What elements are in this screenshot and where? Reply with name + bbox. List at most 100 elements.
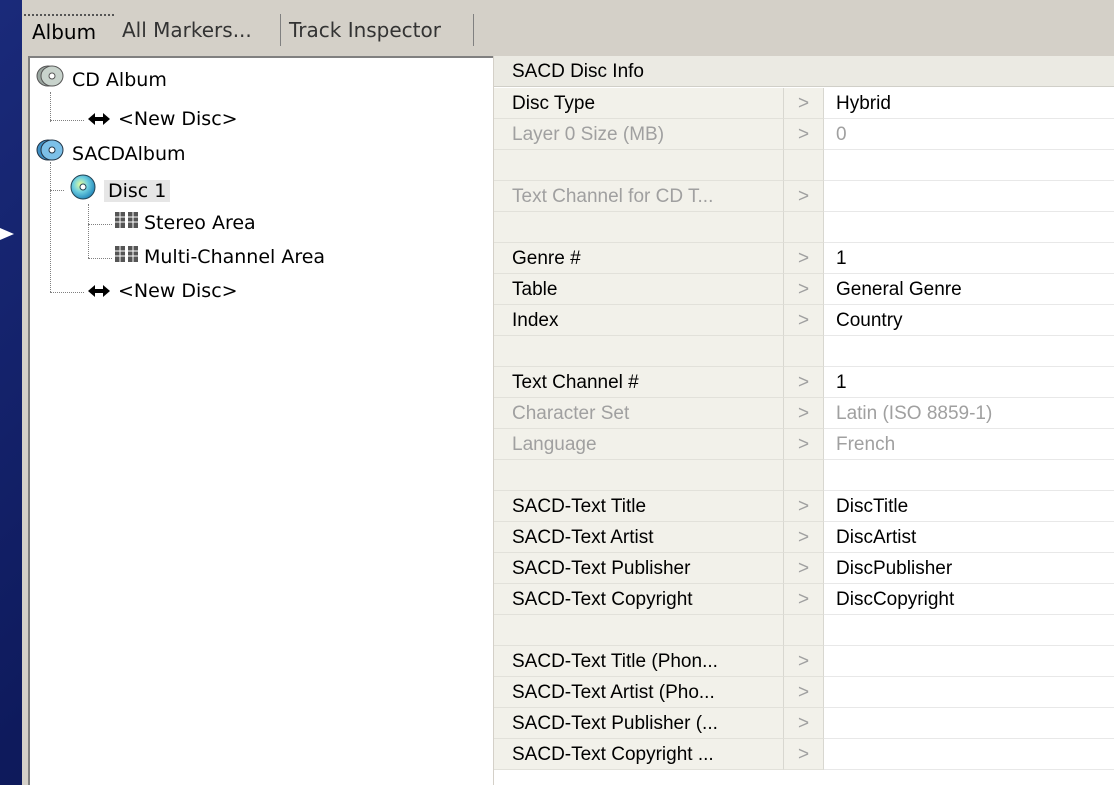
property-row[interactable]: SACD-Text Copyright ... > xyxy=(494,739,1114,770)
sacd-album-icon xyxy=(36,138,64,171)
property-expand-arrow[interactable]: > xyxy=(784,367,824,398)
property-expand-arrow xyxy=(784,336,824,367)
tree-node-stereo-area[interactable]: Stereo Area xyxy=(114,208,256,238)
tree-node-disc-1[interactable]: Disc 1 xyxy=(70,174,171,204)
property-label: SACD-Text Title (Phon... xyxy=(494,646,784,677)
property-value[interactable]: DiscArtist xyxy=(824,522,1114,553)
property-label: Language xyxy=(494,429,784,460)
album-tree[interactable]: CD Album <New Disc> SACDAlbum Disc 1 Ste… xyxy=(28,56,493,785)
property-expand-arrow[interactable]: > xyxy=(784,398,824,429)
property-row[interactable]: Character Set > Latin (ISO 8859-1) xyxy=(494,398,1114,429)
property-expand-arrow[interactable]: > xyxy=(784,181,824,212)
property-value[interactable]: DiscCopyright xyxy=(824,584,1114,615)
tree-connector xyxy=(50,162,51,292)
property-label xyxy=(494,460,784,491)
slide-pointer-arrow xyxy=(0,228,14,240)
property-row xyxy=(494,615,1114,646)
property-row[interactable]: Text Channel for CD T... > xyxy=(494,181,1114,212)
property-label xyxy=(494,150,784,181)
property-expand-arrow[interactable]: > xyxy=(784,119,824,150)
tree-node-sacd-album[interactable]: SACDAlbum xyxy=(36,138,186,168)
property-label: Table xyxy=(494,274,784,305)
property-value[interactable] xyxy=(824,739,1114,770)
property-value[interactable]: 1 xyxy=(824,243,1114,274)
property-value[interactable]: Latin (ISO 8859-1) xyxy=(824,398,1114,429)
tree-node-cd-album[interactable]: CD Album xyxy=(36,64,167,94)
tree-connector xyxy=(50,120,84,121)
property-row[interactable]: Disc Type > Hybrid xyxy=(494,88,1114,119)
property-row[interactable]: SACD-Text Artist > DiscArtist xyxy=(494,522,1114,553)
property-label: SACD-Text Publisher xyxy=(494,553,784,584)
property-row[interactable]: SACD-Text Artist (Pho... > xyxy=(494,677,1114,708)
property-row[interactable]: SACD-Text Title (Phon... > xyxy=(494,646,1114,677)
property-expand-arrow[interactable]: > xyxy=(784,584,824,615)
property-label xyxy=(494,212,784,243)
grid-section-header: SACD Disc Info xyxy=(494,56,1114,87)
property-row xyxy=(494,336,1114,367)
tree-connector xyxy=(50,292,84,293)
property-expand-arrow[interactable]: > xyxy=(784,646,824,677)
property-expand-arrow[interactable]: > xyxy=(784,429,824,460)
property-row[interactable]: Index > Country xyxy=(494,305,1114,336)
property-row[interactable]: Text Channel # >1 xyxy=(494,367,1114,398)
property-value[interactable]: DiscPublisher xyxy=(824,553,1114,584)
property-row[interactable]: SACD-Text Publisher > DiscPublisher xyxy=(494,553,1114,584)
property-expand-arrow[interactable]: > xyxy=(784,708,824,739)
property-value[interactable]: 0 xyxy=(824,119,1114,150)
property-expand-arrow xyxy=(784,212,824,243)
tab-strip: Album All Markers... Track Inspector xyxy=(22,0,1114,46)
property-row[interactable]: Genre # >1 xyxy=(494,243,1114,274)
property-expand-arrow[interactable]: > xyxy=(784,677,824,708)
property-expand-arrow[interactable]: > xyxy=(784,553,824,584)
tab-all-markers[interactable]: All Markers... xyxy=(114,14,281,46)
property-value[interactable] xyxy=(824,181,1114,212)
property-row[interactable]: Table > General Genre xyxy=(494,274,1114,305)
tree-connector xyxy=(88,258,112,259)
property-value[interactable] xyxy=(824,708,1114,739)
property-row xyxy=(494,460,1114,491)
property-row[interactable]: Language > French xyxy=(494,429,1114,460)
tree-node-new-disc[interactable]: <New Disc> xyxy=(88,276,238,306)
property-value[interactable]: Country xyxy=(824,305,1114,336)
property-label: SACD-Text Publisher (... xyxy=(494,708,784,739)
tree-node-new-disc[interactable]: <New Disc> xyxy=(88,104,238,134)
property-row[interactable]: Layer 0 Size (MB) >0 xyxy=(494,119,1114,150)
tab-track-inspector[interactable]: Track Inspector xyxy=(281,14,474,46)
tree-connector xyxy=(50,190,64,191)
property-expand-arrow[interactable]: > xyxy=(784,305,824,336)
property-label: Text Channel for CD T... xyxy=(494,181,784,212)
property-label xyxy=(494,615,784,646)
property-row[interactable]: SACD-Text Title > DiscTitle xyxy=(494,491,1114,522)
property-expand-arrow[interactable]: > xyxy=(784,522,824,553)
property-value[interactable]: Hybrid xyxy=(824,88,1114,119)
area-grid-icon xyxy=(114,209,140,239)
property-value[interactable]: French xyxy=(824,429,1114,460)
property-expand-arrow[interactable]: > xyxy=(784,243,824,274)
property-row xyxy=(494,212,1114,243)
property-value[interactable] xyxy=(824,646,1114,677)
tree-node-multichannel-area[interactable]: Multi-Channel Area xyxy=(114,242,325,272)
property-row[interactable]: SACD-Text Copyright > DiscCopyright xyxy=(494,584,1114,615)
tree-node-label: <New Disc> xyxy=(118,108,238,130)
property-value[interactable]: General Genre xyxy=(824,274,1114,305)
tree-connector xyxy=(88,204,89,258)
property-expand-arrow[interactable]: > xyxy=(784,739,824,770)
property-expand-arrow[interactable]: > xyxy=(784,88,824,119)
property-label: SACD-Text Artist (Pho... xyxy=(494,677,784,708)
property-value xyxy=(824,615,1114,646)
property-value[interactable] xyxy=(824,677,1114,708)
property-label: SACD-Text Copyright xyxy=(494,584,784,615)
property-value[interactable]: 1 xyxy=(824,367,1114,398)
tree-connector xyxy=(88,224,112,225)
property-expand-arrow xyxy=(784,150,824,181)
tab-album[interactable]: Album xyxy=(24,14,114,46)
tree-node-label: CD Album xyxy=(72,69,167,91)
property-expand-arrow[interactable]: > xyxy=(784,274,824,305)
property-value[interactable]: DiscTitle xyxy=(824,491,1114,522)
album-editor-window: Album All Markers... Track Inspector CD … xyxy=(22,0,1114,785)
property-value xyxy=(824,336,1114,367)
property-label: SACD-Text Title xyxy=(494,491,784,522)
property-row[interactable]: SACD-Text Publisher (... > xyxy=(494,708,1114,739)
property-expand-arrow[interactable]: > xyxy=(784,491,824,522)
property-expand-arrow xyxy=(784,460,824,491)
